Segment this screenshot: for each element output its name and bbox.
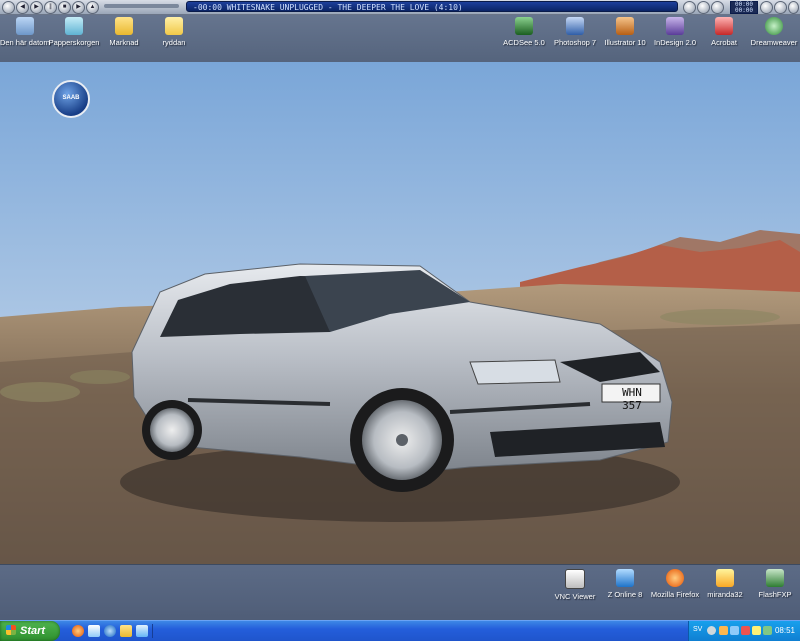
- firefox-icon[interactable]: [72, 625, 84, 637]
- saab-wallpaper-image: [0, 62, 800, 564]
- tray-network-icon[interactable]: [730, 626, 739, 635]
- z-online-icon: [616, 569, 634, 587]
- license-plate: WHN 357: [622, 386, 642, 412]
- shuffle-icon[interactable]: [683, 1, 696, 14]
- computer-icon: [16, 17, 34, 35]
- desktop-icon-dreamweaver[interactable]: Dreamweaver: [744, 17, 800, 47]
- bottom-desktop-strip: VNC Viewer Z Online 8 Mozilla Firefox mi…: [0, 564, 800, 621]
- taskbar: Start SV 08:51: [0, 620, 800, 641]
- recycle-bin-icon: [65, 17, 83, 35]
- desktop-icon-ryddan[interactable]: ryddan: [144, 17, 204, 47]
- folder-icon: [115, 17, 133, 35]
- media-player-bar: ◀ ▶ ∥ ■ ▶ ▲ -00:00 WHITESNAKE UNPLUGGED …: [0, 0, 800, 15]
- close-icon[interactable]: [788, 1, 799, 14]
- tray-arrow-icon[interactable]: [707, 626, 716, 635]
- previous-icon[interactable]: ◀: [16, 1, 29, 14]
- taskbar-divider: [152, 624, 153, 638]
- language-indicator[interactable]: SV: [693, 626, 702, 633]
- miranda-icon: [716, 569, 734, 587]
- tray-app-icon[interactable]: [719, 626, 728, 635]
- tray-security-icon[interactable]: [741, 626, 750, 635]
- vnc-icon: [565, 569, 585, 589]
- taskbar-clock[interactable]: 08:51: [775, 626, 795, 635]
- minimize-icon[interactable]: [760, 1, 773, 14]
- show-desktop-icon[interactable]: [136, 625, 148, 637]
- windows-flag-icon: [6, 625, 16, 635]
- play-icon[interactable]: ▶: [30, 1, 43, 14]
- folder-open-icon: [165, 17, 183, 35]
- acrobat-icon: [715, 17, 733, 35]
- next-icon[interactable]: ▶: [72, 1, 85, 14]
- ie-icon[interactable]: [104, 625, 116, 637]
- dreamweaver-icon: [765, 17, 783, 35]
- eject-icon[interactable]: ▲: [86, 1, 99, 14]
- system-tray: SV 08:51: [688, 621, 800, 641]
- playlist-icon[interactable]: [711, 1, 724, 14]
- top-desktop-strip: ◀ ▶ ∥ ■ ▶ ▲ -00:00 WHITESNAKE UNPLUGGED …: [0, 0, 800, 63]
- player-menu-icon[interactable]: [2, 1, 15, 14]
- repeat-icon[interactable]: [697, 1, 710, 14]
- start-button[interactable]: Start: [0, 621, 60, 641]
- indesign-icon: [666, 17, 684, 35]
- outlook-icon[interactable]: [88, 625, 100, 637]
- acdsee-icon: [515, 17, 533, 35]
- tray-volume-icon[interactable]: [752, 626, 761, 635]
- maximize-icon[interactable]: [774, 1, 787, 14]
- folder-icon[interactable]: [120, 625, 132, 637]
- now-playing-track: -00:00 WHITESNAKE UNPLUGGED - THE DEEPER…: [186, 1, 678, 12]
- flashfxp-icon: [766, 569, 784, 587]
- pause-icon[interactable]: ∥: [44, 1, 57, 14]
- volume-slider[interactable]: [104, 4, 179, 8]
- stop-icon[interactable]: ■: [58, 1, 71, 14]
- player-clock: 00:00 00:00: [730, 1, 758, 14]
- desktop-icon-flashfxp[interactable]: FlashFXP: [745, 569, 800, 599]
- illustrator-icon: [616, 17, 634, 35]
- photoshop-icon: [566, 17, 584, 35]
- tray-messenger-icon[interactable]: [763, 626, 772, 635]
- desktop-wallpaper: WHN 357 SAAB: [0, 62, 800, 564]
- saab-logo-text: SAAB: [62, 95, 80, 101]
- firefox-icon: [666, 569, 684, 587]
